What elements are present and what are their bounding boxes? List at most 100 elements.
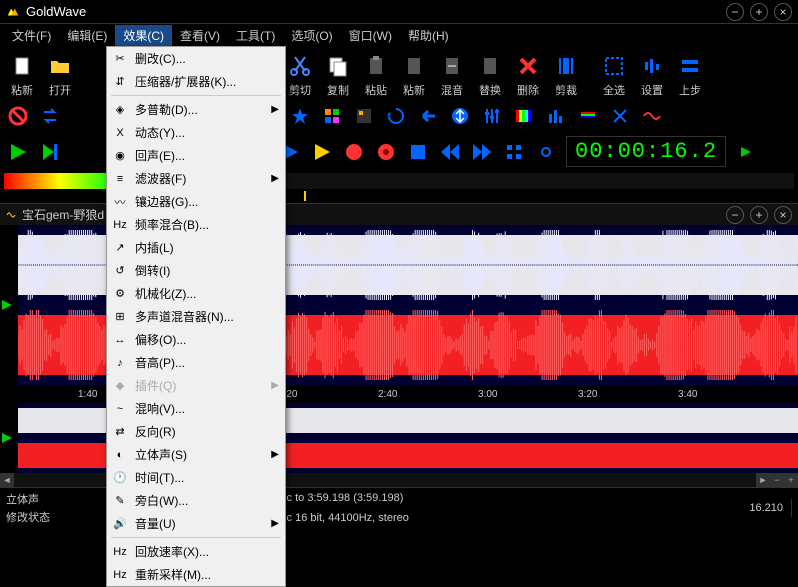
menu-window[interactable]: 窗口(W) xyxy=(341,25,400,46)
menu-file[interactable]: 文件(F) xyxy=(4,25,59,46)
dropdown-label: 多声道混音器(N)... xyxy=(135,308,234,325)
fx-updown-icon[interactable] xyxy=(448,104,472,128)
fx-swap-icon[interactable] xyxy=(38,104,62,128)
fx-cross-icon[interactable] xyxy=(608,104,632,128)
dropdown-item[interactable]: ≡滤波器(F)▶ xyxy=(107,167,285,190)
menu-effect[interactable]: 效果(C) xyxy=(115,25,172,46)
play-green-button[interactable] xyxy=(6,140,30,164)
record-button[interactable] xyxy=(342,140,366,164)
dropdown-item[interactable]: ◉回声(E)... xyxy=(107,144,285,167)
dropdown-item[interactable]: X动态(Y)... xyxy=(107,121,285,144)
submenu-arrow-icon: ▶ xyxy=(271,380,279,391)
stop-button[interactable] xyxy=(406,140,430,164)
dropdown-label: 压缩器/扩展器(K)... xyxy=(135,73,236,90)
hz-icon: Hz xyxy=(111,217,129,233)
status-channels: 立体声 xyxy=(6,491,50,507)
menu-help[interactable]: 帮助(H) xyxy=(400,25,457,46)
dropdown-label: 机械化(Z)... xyxy=(135,285,196,302)
dropdown-item[interactable]: Hz重新采样(M)... xyxy=(107,563,285,586)
record-alt-button[interactable] xyxy=(374,140,398,164)
play-marker-icon[interactable] xyxy=(0,298,14,312)
dropdown-label: 倒转(I) xyxy=(135,262,170,279)
tb-select-all[interactable]: 全选 xyxy=(596,50,632,100)
play-marker-icon[interactable] xyxy=(0,431,14,445)
link-button[interactable] xyxy=(534,140,558,164)
fx-star-icon[interactable] xyxy=(288,104,312,128)
dropdown-item[interactable]: ◈多普勒(D)...▶ xyxy=(107,98,285,121)
vol-icon: 🔊 xyxy=(111,516,129,532)
menu-view[interactable]: 查看(V) xyxy=(172,25,228,46)
rewind-button[interactable] xyxy=(438,140,462,164)
zoom-out-button[interactable]: − xyxy=(770,473,784,487)
dropdown-item[interactable]: ◐立体声(S)▶ xyxy=(107,443,285,466)
dropdown-item[interactable]: 🔊音量(U)▶ xyxy=(107,512,285,535)
menu-edit[interactable]: 编辑(E) xyxy=(59,25,115,46)
dropdown-item[interactable]: ✂删改(C)... xyxy=(107,47,285,70)
close-button[interactable]: × xyxy=(774,3,792,21)
fx-film-icon[interactable] xyxy=(352,104,376,128)
fx-rainbow-icon[interactable] xyxy=(576,104,600,128)
menu-tool[interactable]: 工具(T) xyxy=(228,25,283,46)
doc-minimize-button[interactable]: − xyxy=(726,206,744,224)
fx-sliders-icon[interactable] xyxy=(480,104,504,128)
tb-copy[interactable]: 复制 xyxy=(320,50,356,100)
dropdown-item[interactable]: ♪音高(P)... xyxy=(107,351,285,374)
scroll-left-button[interactable]: ◄ xyxy=(0,473,14,487)
tb-replace[interactable]: 替换 xyxy=(472,50,508,100)
tb-paste-to[interactable]: 粘新 xyxy=(396,50,432,100)
dropdown-item[interactable]: ✎旁白(W)... xyxy=(107,489,285,512)
maximize-button[interactable]: + xyxy=(750,3,768,21)
tb-cut[interactable]: 剪切 xyxy=(282,50,318,100)
dropdown-item[interactable]: ~混响(V)... xyxy=(107,397,285,420)
dropdown-item[interactable]: 〰镶边器(G)... xyxy=(107,190,285,213)
dropdown-item[interactable]: ↔偏移(O)... xyxy=(107,328,285,351)
minimize-button[interactable]: − xyxy=(726,3,744,21)
zoom-in-button[interactable]: + xyxy=(784,473,798,487)
dropdown-label: 时间(T)... xyxy=(135,469,184,486)
play-end-button[interactable] xyxy=(38,140,62,164)
dropdown-label: 动态(Y)... xyxy=(135,124,185,141)
fx-bars-icon[interactable] xyxy=(544,104,568,128)
tb-open[interactable]: 打开 xyxy=(42,50,78,100)
play-small-icon[interactable] xyxy=(734,140,758,164)
fx-grid-icon[interactable] xyxy=(320,104,344,128)
fx-left-arrow-icon[interactable] xyxy=(416,104,440,128)
dropdown-item[interactable]: ⇵压缩器/扩展器(K)... xyxy=(107,70,285,93)
doc-close-button[interactable]: × xyxy=(774,206,792,224)
clock-icon: 🕐 xyxy=(111,470,129,486)
fx-wave-icon[interactable] xyxy=(640,104,664,128)
dropdown-label: 反向(R) xyxy=(135,423,176,440)
fx-cycle-icon[interactable] xyxy=(384,104,408,128)
filter-icon: ≡ xyxy=(111,171,129,187)
tb-mix[interactable]: 混音 xyxy=(434,50,470,100)
dropdown-item[interactable]: ↗ 内插(L) xyxy=(107,236,285,259)
dropdown-label: 多普勒(D)... xyxy=(135,101,198,118)
menu-option[interactable]: 选项(O) xyxy=(283,25,340,46)
app-title: GoldWave xyxy=(26,4,726,19)
multi-icon: ⊞ xyxy=(111,309,129,325)
dropdown-item[interactable]: ⇄反向(R) xyxy=(107,420,285,443)
tb-delete[interactable]: 删除 xyxy=(510,50,546,100)
tb-settings[interactable]: 设置 xyxy=(634,50,670,100)
tb-prev[interactable]: 上步 xyxy=(672,50,708,100)
dropdown-label: 音高(P)... xyxy=(135,354,185,371)
doc-maximize-button[interactable]: + xyxy=(750,206,768,224)
dropdown-item[interactable]: 🕐 时间(T)... xyxy=(107,466,285,489)
play-yellow-button[interactable] xyxy=(310,140,334,164)
dropdown-item[interactable]: ⚙机械化(Z)... xyxy=(107,282,285,305)
dropdown-item[interactable]: Hz频率混合(B)... xyxy=(107,213,285,236)
dropdown-label: 混响(V)... xyxy=(135,400,185,417)
tb-trim[interactable]: 剪裁 xyxy=(548,50,584,100)
dropdown-item[interactable]: Hz回放速率(X)... xyxy=(107,540,285,563)
fx-forbid-icon[interactable] xyxy=(6,104,30,128)
dropdown-item[interactable]: ↺倒转(I) xyxy=(107,259,285,282)
grid-button[interactable] xyxy=(502,140,526,164)
dropdown-label: 内插(L) xyxy=(135,239,174,256)
tb-paste[interactable]: 粘贴 xyxy=(358,50,394,100)
scroll-right-button[interactable]: ► xyxy=(756,473,770,487)
tb-paste-new[interactable]: 粘新 xyxy=(4,50,40,100)
interp-icon: ↗ xyxy=(111,240,129,256)
fforward-button[interactable] xyxy=(470,140,494,164)
dropdown-item[interactable]: ⊞ 多声道混音器(N)... xyxy=(107,305,285,328)
fx-spectrum-icon[interactable] xyxy=(512,104,536,128)
